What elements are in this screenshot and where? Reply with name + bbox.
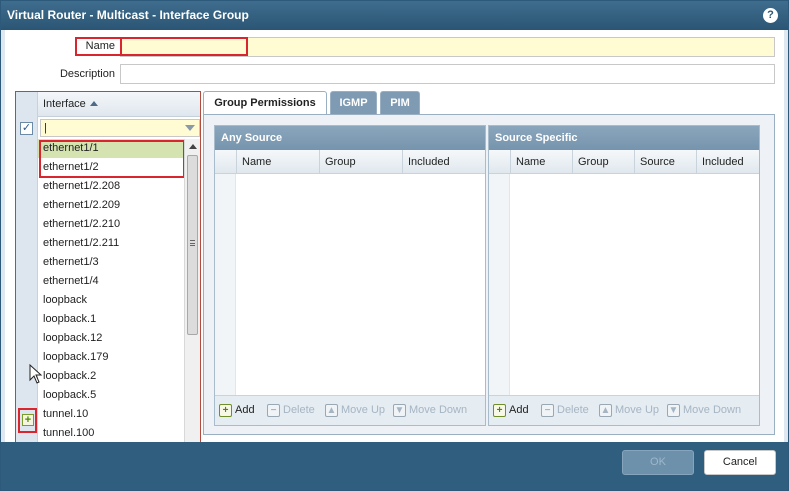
move-up-icon: ▲ bbox=[325, 404, 338, 417]
dialog-footer: OK Cancel bbox=[1, 442, 788, 490]
interface-header-label: Interface bbox=[43, 98, 86, 110]
move-down-icon: ▼ bbox=[667, 404, 680, 417]
column-header-included[interactable]: Included bbox=[696, 150, 759, 174]
grip-icon bbox=[190, 240, 195, 246]
dialog-titlebar: Virtual Router - Multicast - Interface G… bbox=[1, 1, 788, 30]
add-icon: + bbox=[493, 404, 506, 417]
move-up-button[interactable]: ▲ Move Up bbox=[599, 403, 659, 419]
description-input[interactable] bbox=[120, 64, 775, 84]
move-up-button[interactable]: ▲ Move Up bbox=[325, 403, 385, 419]
select-all-checkbox[interactable]: ✓ bbox=[20, 122, 33, 135]
interface-scrollbar[interactable] bbox=[184, 139, 200, 466]
interface-list-item[interactable]: ethernet1/2 bbox=[38, 158, 184, 177]
tab-group-permissions[interactable]: Group Permissions bbox=[203, 91, 327, 116]
delete-icon: − bbox=[267, 404, 280, 417]
any-source-grid: Any Source Name Group Included + Add − Del… bbox=[214, 125, 486, 426]
header-checkbox-cell[interactable] bbox=[215, 150, 236, 174]
any-source-toolbar: + Add − Delete ▲ Move Up ▼ Move Down bbox=[215, 395, 485, 425]
interface-list-item[interactable]: loopback.1 bbox=[38, 310, 184, 329]
interface-column-header[interactable]: Interface bbox=[38, 92, 200, 117]
move-up-label: Move Up bbox=[615, 404, 660, 416]
name-highlight-box bbox=[120, 37, 248, 56]
move-down-button[interactable]: ▼ Move Down bbox=[667, 403, 741, 419]
interface-list-item[interactable]: loopback.179 bbox=[38, 348, 184, 367]
column-header-source[interactable]: Source bbox=[634, 150, 696, 174]
plus-icon: + bbox=[22, 414, 34, 426]
interface-group-dialog: Virtual Router - Multicast - Interface G… bbox=[0, 0, 789, 491]
interface-list-item[interactable]: ethernet1/2.209 bbox=[38, 196, 184, 215]
delete-button[interactable]: − Delete bbox=[267, 403, 315, 419]
group-permissions-panel: Any Source Name Group Included + Add − Del… bbox=[203, 114, 775, 435]
move-down-label: Move Down bbox=[409, 404, 468, 416]
interface-list-item[interactable]: ethernet1/2.211 bbox=[38, 234, 184, 253]
source-specific-grid: Source Specific Name Group Source Includ… bbox=[488, 125, 760, 426]
interface-list-item[interactable]: ethernet1/3 bbox=[38, 253, 184, 272]
interface-filter-input[interactable]: | bbox=[40, 119, 200, 137]
tab-pim[interactable]: PIM bbox=[380, 91, 420, 115]
interface-list-item[interactable]: loopback.12 bbox=[38, 329, 184, 348]
add-label: Add bbox=[509, 404, 529, 416]
source-specific-header-row: Name Group Source Included bbox=[489, 150, 759, 174]
move-down-label: Move Down bbox=[683, 404, 742, 416]
source-specific-rows bbox=[489, 174, 759, 396]
interface-list-item[interactable]: loopback.2 bbox=[38, 367, 184, 386]
dialog-content: Name Description Interface ✓ | ethernet1… bbox=[5, 30, 784, 467]
cancel-button[interactable]: Cancel bbox=[704, 450, 776, 475]
interface-list-panel: Interface ✓ | ethernet1/1 ethernet1/2 ethe… bbox=[15, 91, 201, 467]
chevron-down-icon[interactable] bbox=[185, 125, 195, 131]
source-specific-toolbar: + Add − Delete ▲ Move Up ▼ Move Down bbox=[489, 395, 759, 425]
interface-list-item[interactable]: loopback.5 bbox=[38, 386, 184, 405]
add-interface-button[interactable]: + bbox=[18, 408, 37, 433]
add-button[interactable]: + Add bbox=[493, 403, 529, 419]
delete-label: Delete bbox=[283, 404, 315, 416]
row-gutter bbox=[489, 174, 510, 396]
add-button[interactable]: + Add bbox=[219, 403, 255, 419]
source-specific-title: Source Specific bbox=[489, 126, 759, 150]
move-down-icon: ▼ bbox=[393, 404, 406, 417]
scrollbar-thumb[interactable] bbox=[187, 155, 198, 335]
name-label: Name bbox=[75, 37, 121, 56]
add-label: Add bbox=[235, 404, 255, 416]
dialog-title: Virtual Router - Multicast - Interface G… bbox=[7, 8, 249, 22]
interface-list-item[interactable]: ethernet1/2.210 bbox=[38, 215, 184, 234]
interface-list-item[interactable]: ethernet1/1 bbox=[38, 139, 184, 158]
interface-list-item[interactable]: tunnel.10 bbox=[38, 405, 184, 424]
header-checkbox-cell[interactable] bbox=[489, 150, 510, 174]
interface-list: ethernet1/1 ethernet1/2 ethernet1/2.208 eth… bbox=[38, 139, 184, 466]
delete-icon: − bbox=[541, 404, 554, 417]
ok-button[interactable]: OK bbox=[622, 450, 694, 475]
row-gutter bbox=[215, 174, 236, 396]
sort-ascending-icon bbox=[89, 101, 98, 106]
interface-list-item[interactable]: loopback bbox=[38, 291, 184, 310]
any-source-rows bbox=[215, 174, 485, 396]
scroll-up-icon[interactable] bbox=[189, 144, 197, 149]
delete-button[interactable]: − Delete bbox=[541, 403, 589, 419]
move-up-label: Move Up bbox=[341, 404, 386, 416]
any-source-header-row: Name Group Included bbox=[215, 150, 485, 174]
column-header-name[interactable]: Name bbox=[236, 150, 319, 174]
add-icon: + bbox=[219, 404, 232, 417]
interface-list-item[interactable]: ethernet1/4 bbox=[38, 272, 184, 291]
description-label: Description bbox=[59, 68, 115, 80]
move-down-button[interactable]: ▼ Move Down bbox=[393, 403, 467, 419]
tab-bar: Group Permissions IGMP PIM bbox=[203, 91, 775, 116]
column-header-name[interactable]: Name bbox=[510, 150, 572, 174]
tab-igmp[interactable]: IGMP bbox=[330, 91, 377, 115]
mouse-cursor-icon bbox=[29, 364, 43, 384]
interface-list-item[interactable]: tunnel.100 bbox=[38, 424, 184, 443]
any-source-title: Any Source bbox=[215, 126, 485, 150]
delete-label: Delete bbox=[557, 404, 589, 416]
help-icon[interactable]: ? bbox=[763, 8, 778, 23]
interface-list-item[interactable]: ethernet1/2.208 bbox=[38, 177, 184, 196]
column-header-included[interactable]: Included bbox=[402, 150, 485, 174]
column-header-group[interactable]: Group bbox=[319, 150, 402, 174]
move-up-icon: ▲ bbox=[599, 404, 612, 417]
column-header-group[interactable]: Group bbox=[572, 150, 634, 174]
